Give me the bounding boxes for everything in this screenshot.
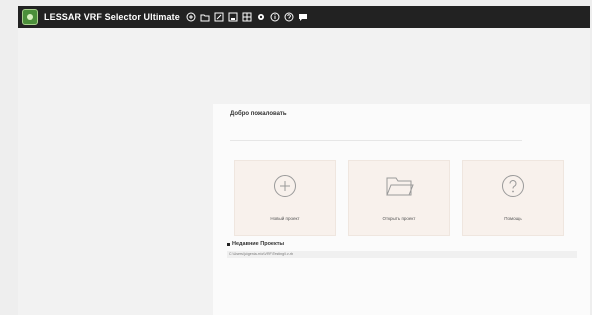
welcome-panel: Добро пожаловать Новый проект Открыть пр… bbox=[213, 104, 590, 315]
help-circle-icon bbox=[501, 174, 525, 203]
open-folder-icon[interactable] bbox=[199, 11, 211, 23]
bullet-icon bbox=[227, 242, 230, 246]
recent-projects-header: Недавние Проекты bbox=[227, 241, 284, 247]
settings-icon[interactable] bbox=[255, 11, 267, 23]
recent-projects-title: Недавние Проекты bbox=[232, 241, 285, 247]
open-project-label: Открыть проект bbox=[382, 216, 416, 221]
recent-project-item[interactable]: C:\Users\ju\genia-m\c\VRF\Testing\l.v-rb bbox=[227, 251, 577, 258]
app-logo-icon bbox=[22, 9, 38, 25]
new-project-label: Новый проект bbox=[270, 216, 300, 221]
welcome-divider bbox=[230, 140, 522, 141]
edit-icon[interactable] bbox=[213, 11, 225, 23]
grid-icon[interactable] bbox=[241, 11, 253, 23]
add-circle-icon[interactable] bbox=[185, 11, 197, 23]
open-project-tile[interactable]: Открыть проект bbox=[348, 160, 450, 236]
title-bar: LESSAR VRF Selector Ultimate bbox=[18, 6, 590, 28]
chat-icon[interactable] bbox=[297, 11, 309, 23]
welcome-title: Добро пожаловать bbox=[230, 111, 287, 117]
new-project-tile[interactable]: Новый проект bbox=[234, 160, 336, 236]
folder-icon bbox=[384, 174, 414, 203]
info-icon[interactable] bbox=[269, 11, 281, 23]
help-tile[interactable]: Помощь bbox=[462, 160, 564, 236]
save-icon[interactable] bbox=[227, 11, 239, 23]
help-icon[interactable] bbox=[283, 11, 295, 23]
help-label: Помощь bbox=[504, 216, 522, 221]
app-title: LESSAR VRF Selector Ultimate bbox=[44, 12, 180, 22]
plus-circle-icon bbox=[273, 174, 297, 203]
